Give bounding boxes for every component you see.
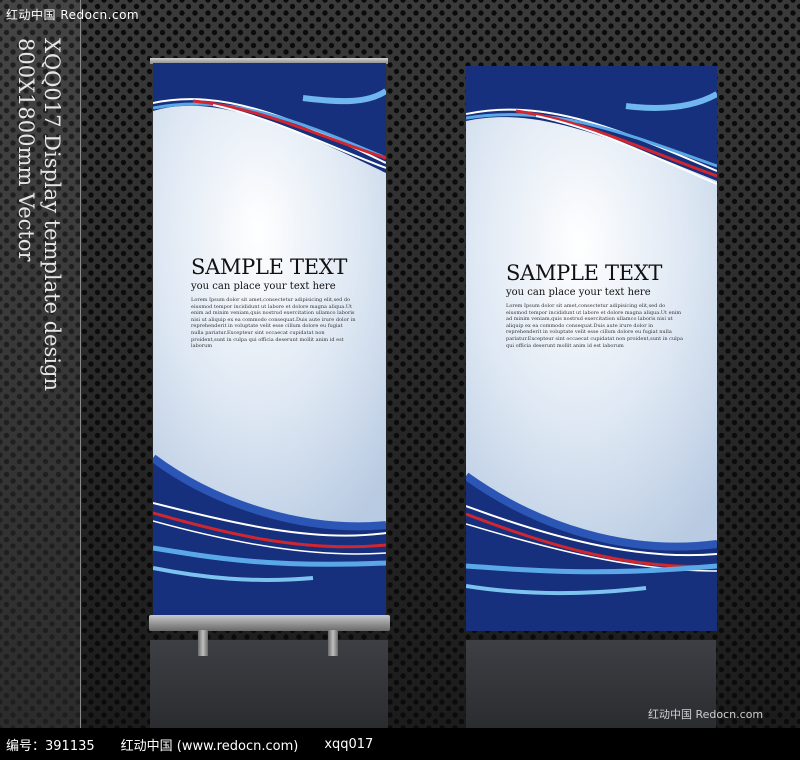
footer-site[interactable]: 红动中国 (www.redocn.com): [121, 735, 299, 754]
stand-leg-left: [198, 630, 208, 656]
banner-right: SAMPLE TEXT you can place your text here…: [466, 66, 717, 631]
banner-left: SAMPLE TEXT you can place your text here…: [153, 63, 386, 618]
top-watermark: 红动中国 Redocn.com: [6, 8, 140, 22]
stand-base: [149, 615, 390, 631]
bottom-watermark: 红动中国 Redocn.com: [648, 708, 764, 721]
floor-shadow-left: [150, 640, 388, 728]
design-title-vertical: XQQ017 Display template design: [40, 38, 64, 392]
stand-leg-right: [328, 630, 338, 656]
banner-right-text: SAMPLE TEXT you can place your text here…: [466, 261, 717, 349]
banner-right-title: SAMPLE TEXT: [506, 261, 663, 285]
footer-bar: 编号：391135 红动中国 (www.redocn.com) xqq017: [0, 728, 800, 760]
banner-right-body: Lorem Ipsum dolor sit amet,consectetur a…: [506, 303, 683, 349]
banner-left-text: SAMPLE TEXT you can place your text here…: [153, 255, 386, 350]
design-size-vertical: 800X1800mm Vector: [14, 38, 38, 262]
banner-left-subtitle: you can place your text here: [191, 281, 336, 292]
footer-id: 编号：391135: [6, 738, 95, 754]
footer-code: xqq017: [324, 736, 374, 752]
banner-left-body: Lorem Ipsum dolor sit amet,consectetur a…: [191, 297, 356, 350]
banner-right-subtitle: you can place your text here: [506, 287, 651, 298]
banner-left-title: SAMPLE TEXT: [191, 255, 348, 279]
